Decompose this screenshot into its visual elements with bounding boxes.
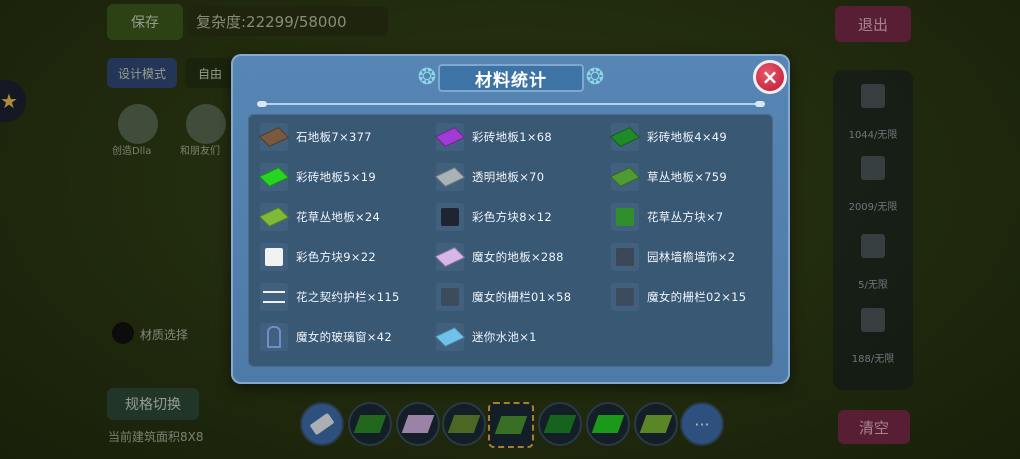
material-item: 彩砖地板4×49 <box>609 122 727 152</box>
material-item: 园林墙檐墙饰×2 <box>611 242 735 272</box>
design-mode-button[interactable]: 设计模式 <box>107 58 177 88</box>
material-icon <box>258 163 290 191</box>
material-label: 彩色方块8×12 <box>472 210 552 224</box>
hotbar-slot[interactable] <box>396 402 440 446</box>
material-item: 彩色方块9×22 <box>260 242 376 272</box>
eraser-icon[interactable] <box>300 402 344 446</box>
material-item: 透明地板×70 <box>434 162 545 192</box>
material-label: 彩砖地板5×19 <box>296 170 376 184</box>
material-item: 彩砖地板1×68 <box>434 122 552 152</box>
material-label: 园林墙檐墙饰×2 <box>647 250 736 264</box>
material-label: 魔女的栅栏02×15 <box>647 290 747 304</box>
material-item: 魔女的栅栏02×15 <box>611 282 746 312</box>
hotbar-slot-selected[interactable] <box>488 402 534 448</box>
clear-button[interactable]: 清空 <box>838 410 910 444</box>
material-label: 花草丛地板×24 <box>296 210 381 224</box>
material-icon <box>609 123 641 151</box>
material-icon <box>434 323 466 351</box>
inventory-side-panel: 1044/无限 2009/无限 5/无限 188/无限 <box>833 70 913 390</box>
divider <box>257 101 765 107</box>
material-icon <box>611 203 639 231</box>
hotbar-slot[interactable] <box>538 402 582 446</box>
save-button[interactable]: 保存 <box>107 4 183 40</box>
grid-icon[interactable] <box>861 156 885 180</box>
avatar[interactable] <box>186 104 226 144</box>
panel-count: 2009/无限 <box>848 202 898 213</box>
material-picker-icon[interactable] <box>112 322 134 344</box>
material-icon <box>258 123 290 151</box>
material-icon <box>434 243 466 271</box>
material-icon <box>434 123 466 151</box>
title-plate: ❂ 材料统计 ❂ <box>414 62 608 94</box>
hotbar-slot[interactable] <box>348 402 392 446</box>
material-icon <box>260 283 288 311</box>
hotbar-slot[interactable] <box>586 402 630 446</box>
material-item: 魔女的地板×288 <box>434 242 564 272</box>
material-list: 石地板7×377 彩砖地板1×68 彩砖地板4×49 彩砖地板5×19 透明地板×70 草… <box>248 114 773 367</box>
material-label: 花之契约护栏×115 <box>296 290 400 304</box>
hotbar: ··· <box>300 402 730 452</box>
material-picker-label: 材质选择 <box>140 328 189 342</box>
panel-count: 188/无限 <box>851 354 895 365</box>
hotbar-slot[interactable] <box>634 402 678 446</box>
avatar-label: 和朋友们 <box>180 146 220 157</box>
material-item: 彩色方块8×12 <box>436 202 552 232</box>
material-item: 花草丛方块×7 <box>611 202 724 232</box>
material-label: 魔女的栅栏01×58 <box>472 290 572 304</box>
material-icon <box>258 203 290 231</box>
avatar[interactable] <box>118 104 158 144</box>
material-icon <box>434 163 466 191</box>
free-mode-button[interactable]: 自由 <box>185 58 235 88</box>
material-item: 魔女的栅栏01×58 <box>436 282 571 312</box>
dialog-title: 材料统计 <box>475 70 547 91</box>
material-label: 魔女的玻璃窗×42 <box>296 330 392 344</box>
material-item: 迷你水池×1 <box>434 322 537 352</box>
avatar-label: 创造Dlla <box>112 146 152 157</box>
close-icon[interactable]: × <box>753 60 787 94</box>
material-label: 花草丛方块×7 <box>647 210 724 224</box>
more-button[interactable]: ··· <box>680 402 724 446</box>
door-icon[interactable] <box>861 234 885 258</box>
material-icon <box>611 283 639 311</box>
build-area-note: 当前建筑面积8X8 <box>108 430 204 444</box>
material-label: 彩砖地板1×68 <box>472 130 552 144</box>
ornament-right-icon: ❂ <box>585 65 605 90</box>
material-label: 迷你水池×1 <box>472 330 537 344</box>
material-icon <box>609 163 641 191</box>
layer-icon[interactable] <box>861 84 885 108</box>
panel-count: 5/无限 <box>858 280 888 291</box>
material-item: 石地板7×377 <box>258 122 372 152</box>
material-label: 彩色方块9×22 <box>296 250 376 264</box>
stairs-icon[interactable] <box>861 308 885 332</box>
material-icon <box>436 283 464 311</box>
material-label: 魔女的地板×288 <box>472 250 564 264</box>
ornament-left-icon: ❂ <box>417 65 437 90</box>
material-label: 草丛地板×759 <box>647 170 727 184</box>
material-icon <box>611 243 639 271</box>
material-item: 彩砖地板5×19 <box>258 162 376 192</box>
material-icon <box>260 243 288 271</box>
material-icon <box>436 203 464 231</box>
material-label: 石地板7×377 <box>296 130 372 144</box>
material-item: 魔女的玻璃窗×42 <box>260 322 392 352</box>
spec-switch-button[interactable]: 规格切换 <box>107 388 199 420</box>
material-stats-dialog: ❂ 材料统计 ❂ × 石地板7×377 彩砖地板1×68 彩砖地板4×49 彩砖地板5… <box>231 54 790 384</box>
material-item: 花之契约护栏×115 <box>260 282 400 312</box>
material-item: 花草丛地板×24 <box>258 202 381 232</box>
material-item: 草丛地板×759 <box>609 162 727 192</box>
panel-count: 1044/无限 <box>848 130 898 141</box>
material-icon <box>260 323 288 351</box>
material-label: 透明地板×70 <box>472 170 545 184</box>
hotbar-slot[interactable] <box>442 402 486 446</box>
exit-button[interactable]: 退出 <box>835 6 911 42</box>
material-label: 彩砖地板4×49 <box>647 130 727 144</box>
complexity-counter: 复杂度:22299/58000 <box>188 6 388 36</box>
